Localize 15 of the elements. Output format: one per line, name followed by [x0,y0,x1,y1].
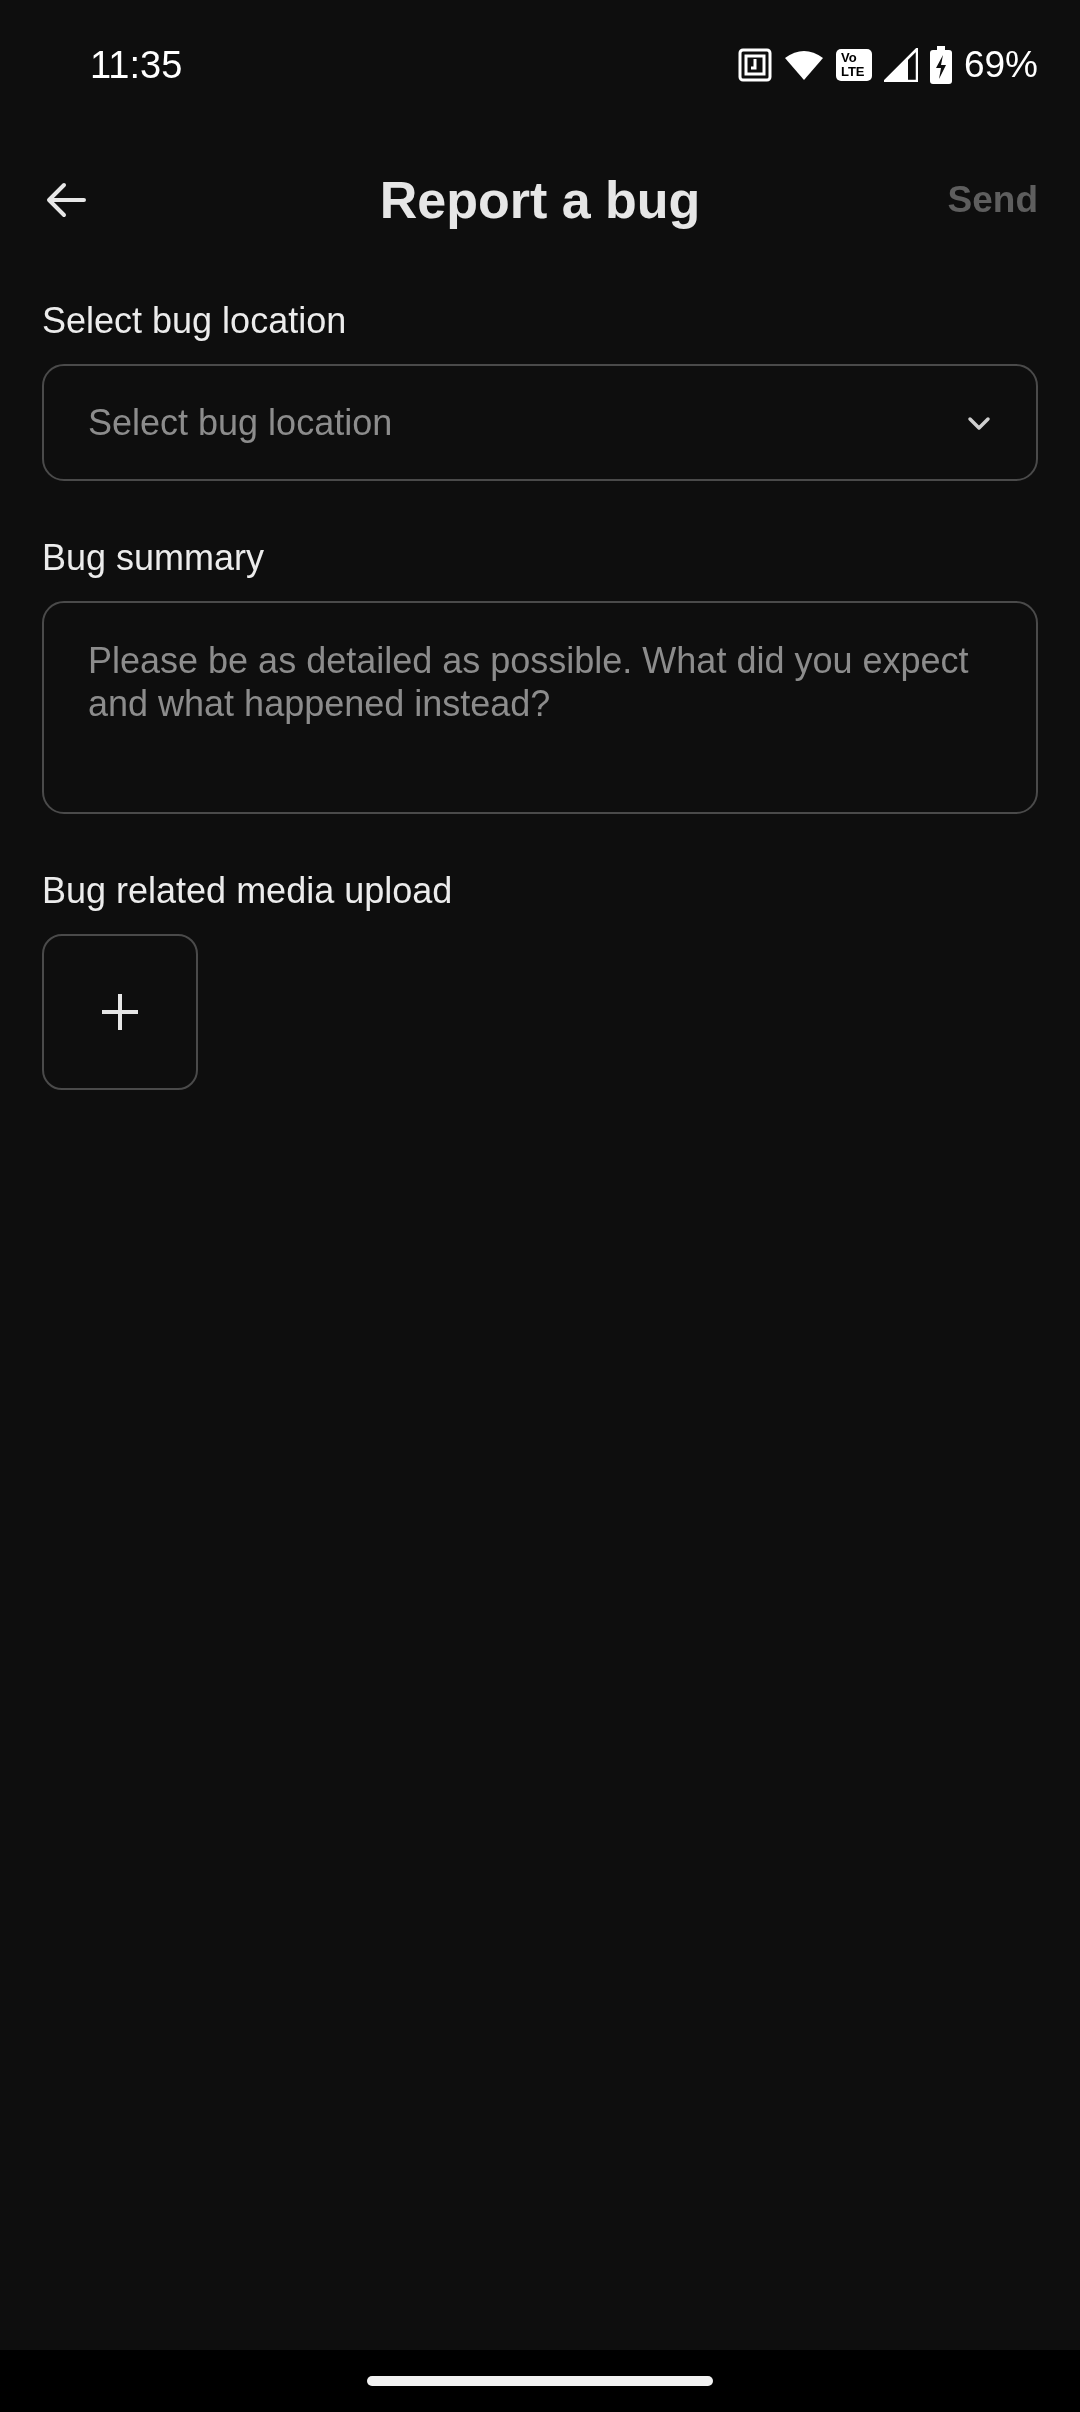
clock: 11:35 [90,43,183,87]
field-label: Bug related media upload [42,870,454,912]
add-media-button[interactable] [42,934,198,1090]
summary-field[interactable]: Please be as detailed as possible. What did you expect and what happened instead? [42,601,1038,814]
field-label: Bug summary [42,537,266,579]
signal-icon [883,48,918,82]
page-title: Report a bug [379,171,701,229]
battery-icon [929,46,952,84]
battery-percent: 69% [963,44,1038,86]
volte-icon: Vo LTE [835,49,872,81]
location-dropdown[interactable]: Select bug location [42,364,1038,481]
field-label: Select bug location [42,300,348,342]
plus-icon [100,992,140,1032]
wifi-icon [783,49,824,81]
nfc-icon [737,48,772,82]
